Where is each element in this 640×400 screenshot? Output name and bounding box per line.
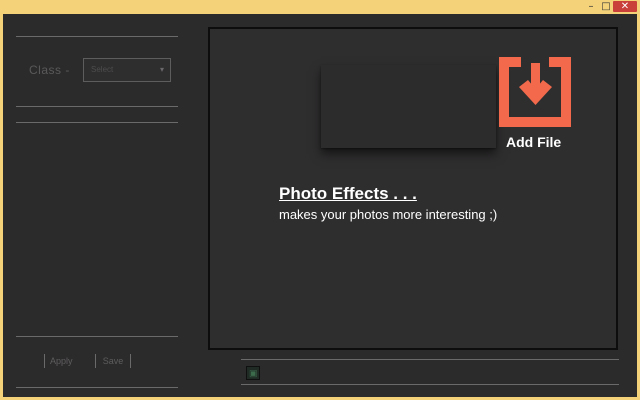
app-title: Photo Effects . . .	[279, 184, 417, 203]
app-window: – □ ✕ Class - Select ▾ Apply Save Add Fi…	[0, 0, 640, 400]
divider	[16, 106, 178, 107]
class-select[interactable]: Select ▾	[83, 58, 171, 82]
close-button[interactable]: ✕	[613, 1, 637, 12]
add-file-label: Add File	[506, 134, 562, 150]
add-file-button[interactable]: Add File	[494, 53, 578, 153]
save-button[interactable]: Save	[95, 354, 131, 368]
title-bar: – □ ✕	[3, 0, 637, 14]
divider	[16, 336, 178, 337]
preview-card	[321, 65, 496, 148]
maximize-button[interactable]: □	[599, 1, 613, 12]
left-panel: Class - Select ▾ Apply Save	[3, 14, 193, 400]
divider	[16, 387, 178, 388]
divider	[16, 36, 178, 37]
image-thumbnail[interactable]: ▣	[246, 366, 260, 380]
image-thumbnail-icon: ▣	[249, 368, 258, 378]
apply-button[interactable]: Apply	[44, 354, 86, 368]
class-select-value: Select	[91, 65, 114, 74]
chevron-down-icon: ▾	[159, 65, 164, 74]
image-canvas[interactable]: Add File Photo Effects . . . makes your …	[208, 27, 618, 350]
divider	[241, 384, 619, 385]
divider	[241, 359, 619, 360]
divider	[16, 122, 178, 123]
class-label: Class -	[29, 63, 70, 77]
app-subtitle: makes your photos more interesting ;)	[279, 207, 498, 222]
minimize-button[interactable]: –	[584, 1, 598, 12]
download-icon	[499, 57, 571, 127]
